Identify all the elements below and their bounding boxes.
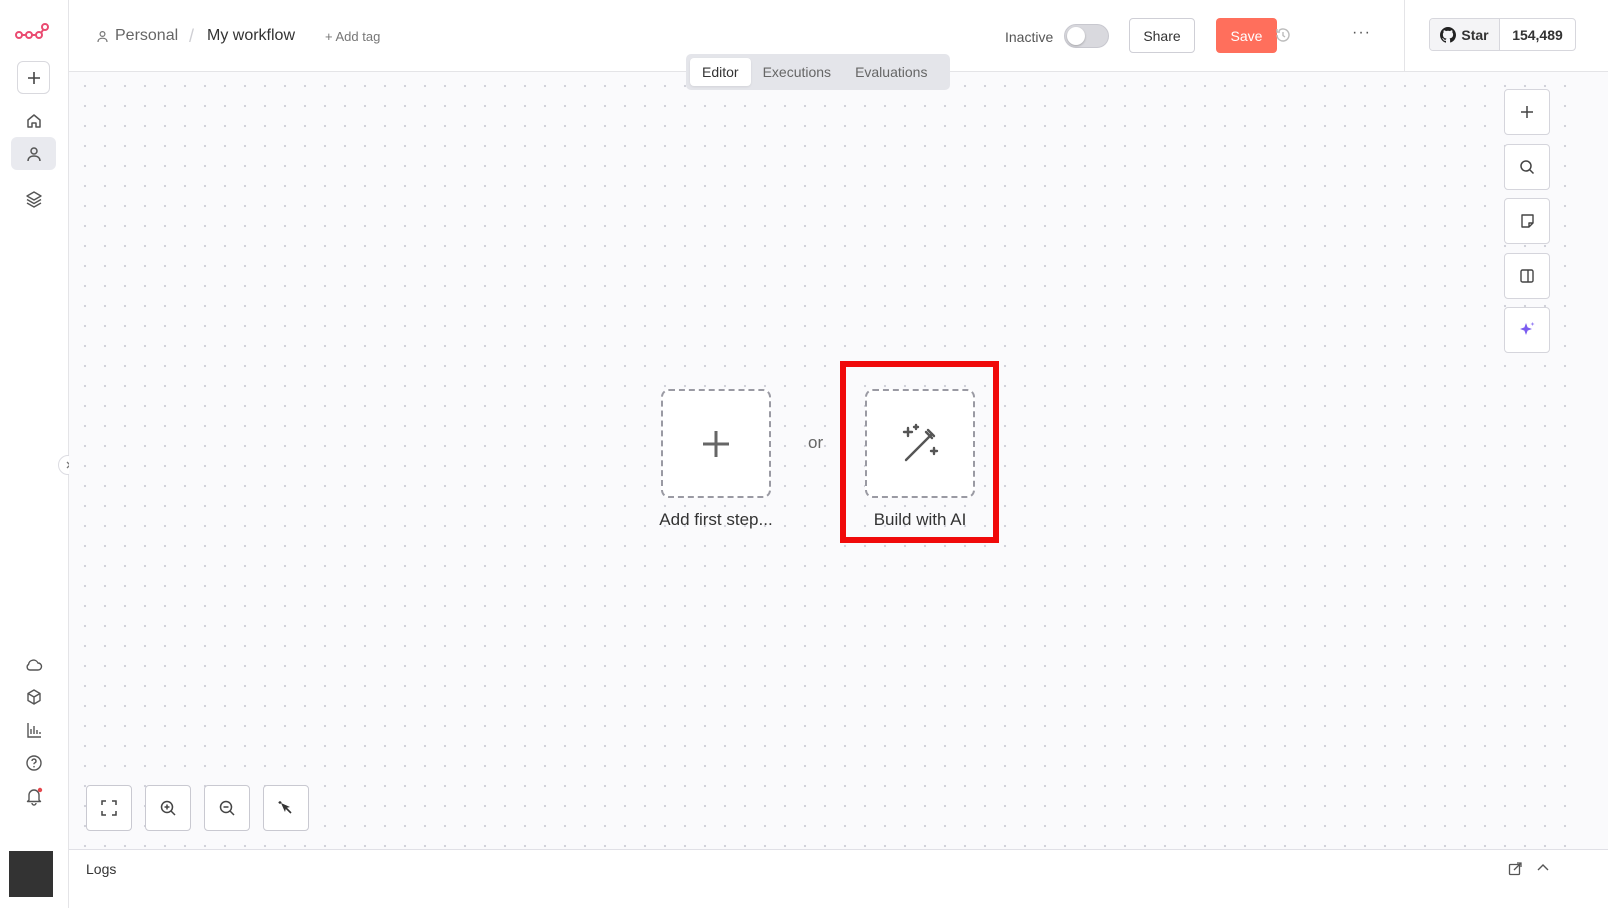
panel-icon: [1520, 269, 1534, 283]
zoom-in-button[interactable]: [145, 785, 191, 831]
header-divider: [1404, 0, 1405, 72]
add-tag-button[interactable]: + Add tag: [325, 29, 380, 44]
workflow-name[interactable]: My workflow: [207, 27, 295, 45]
toggle-knob: [1067, 27, 1085, 45]
fit-view-button[interactable]: [86, 785, 132, 831]
sidebar-item-projects[interactable]: [17, 182, 50, 215]
sparkle-icon: [1520, 322, 1535, 335]
more-options-button[interactable]: ···: [1352, 24, 1371, 42]
user-icon: [26, 146, 41, 161]
logs-panel[interactable]: Logs: [69, 849, 1608, 908]
highlight-box: [840, 361, 999, 543]
workflow-canvas[interactable]: Add first step... or Build with AI: [69, 72, 1568, 849]
project-name: Personal: [115, 27, 179, 44]
sidebar-item-home[interactable]: [17, 104, 50, 137]
add-first-step-button[interactable]: [661, 389, 771, 498]
sidebar-item-cloud[interactable]: [17, 648, 50, 681]
help-icon: [25, 754, 42, 771]
chart-icon: [26, 722, 41, 738]
canvas-right-edge: [1568, 72, 1608, 849]
toggle-panel-button[interactable]: [1504, 253, 1550, 299]
sticky-note-icon: [1520, 214, 1534, 228]
active-toggle[interactable]: [1064, 24, 1109, 48]
tab-editor[interactable]: Editor: [690, 58, 751, 86]
add-sticky-note-button[interactable]: [1504, 198, 1550, 244]
tab-executions[interactable]: Executions: [751, 58, 843, 86]
ai-assistant-button[interactable]: [1504, 307, 1550, 353]
github-star-count: 154,489: [1512, 26, 1563, 43]
open-nodes-panel-button[interactable]: [1504, 89, 1550, 135]
n8n-logo-icon[interactable]: [14, 22, 50, 42]
zoom-in-icon: [160, 800, 176, 816]
chevron-up-icon: [1537, 864, 1549, 871]
history-button[interactable]: [1274, 26, 1292, 44]
github-icon: [1440, 26, 1457, 43]
add-first-step-label: Add first step...: [659, 510, 773, 529]
github-star-label: Star: [1461, 26, 1489, 43]
pop-out-icon: [1508, 862, 1522, 876]
history-icon: [1276, 28, 1290, 42]
github-star-widget[interactable]: Star 154,489: [1429, 18, 1576, 51]
avatar[interactable]: [9, 851, 53, 897]
save-button[interactable]: Save: [1216, 18, 1277, 53]
cloud-icon: [25, 658, 42, 671]
home-icon: [26, 113, 41, 128]
view-tabs: Editor Executions Evaluations: [686, 54, 950, 90]
pop-out-logs-button[interactable]: [1508, 861, 1523, 876]
search-nodes-button[interactable]: [1504, 144, 1550, 190]
sidebar-item-insights[interactable]: [17, 713, 50, 746]
plus-icon: [703, 430, 729, 457]
search-icon: [1520, 160, 1535, 175]
logs-label: Logs: [86, 861, 117, 877]
fit-view-icon: [101, 800, 117, 816]
person-icon: [97, 30, 108, 42]
active-status-label: Inactive: [1005, 29, 1054, 45]
tidy-up-icon: [278, 801, 292, 814]
sidebar-item-templates[interactable]: [17, 680, 50, 713]
bell-icon: [26, 787, 42, 806]
left-sidebar: [0, 0, 69, 908]
breadcrumb-project[interactable]: Personal: [96, 27, 178, 45]
zoom-out-button[interactable]: [204, 785, 250, 831]
or-separator: or: [808, 433, 824, 452]
sidebar-item-notifications[interactable]: [17, 779, 50, 812]
github-star-button[interactable]: Star: [1430, 19, 1500, 50]
layers-icon: [25, 190, 42, 208]
tab-evaluations[interactable]: Evaluations: [843, 58, 939, 86]
create-new-button[interactable]: [17, 61, 50, 94]
plus-icon: [1521, 106, 1533, 118]
sidebar-item-personal[interactable]: [11, 137, 56, 170]
zoom-out-icon: [219, 800, 235, 816]
share-button[interactable]: Share: [1129, 18, 1195, 53]
tidy-up-button[interactable]: [263, 785, 309, 831]
breadcrumb-separator: /: [189, 26, 195, 46]
sidebar-item-help[interactable]: [17, 746, 50, 779]
package-icon: [26, 688, 41, 705]
expand-logs-button[interactable]: [1537, 863, 1549, 873]
plus-icon: [27, 71, 40, 84]
